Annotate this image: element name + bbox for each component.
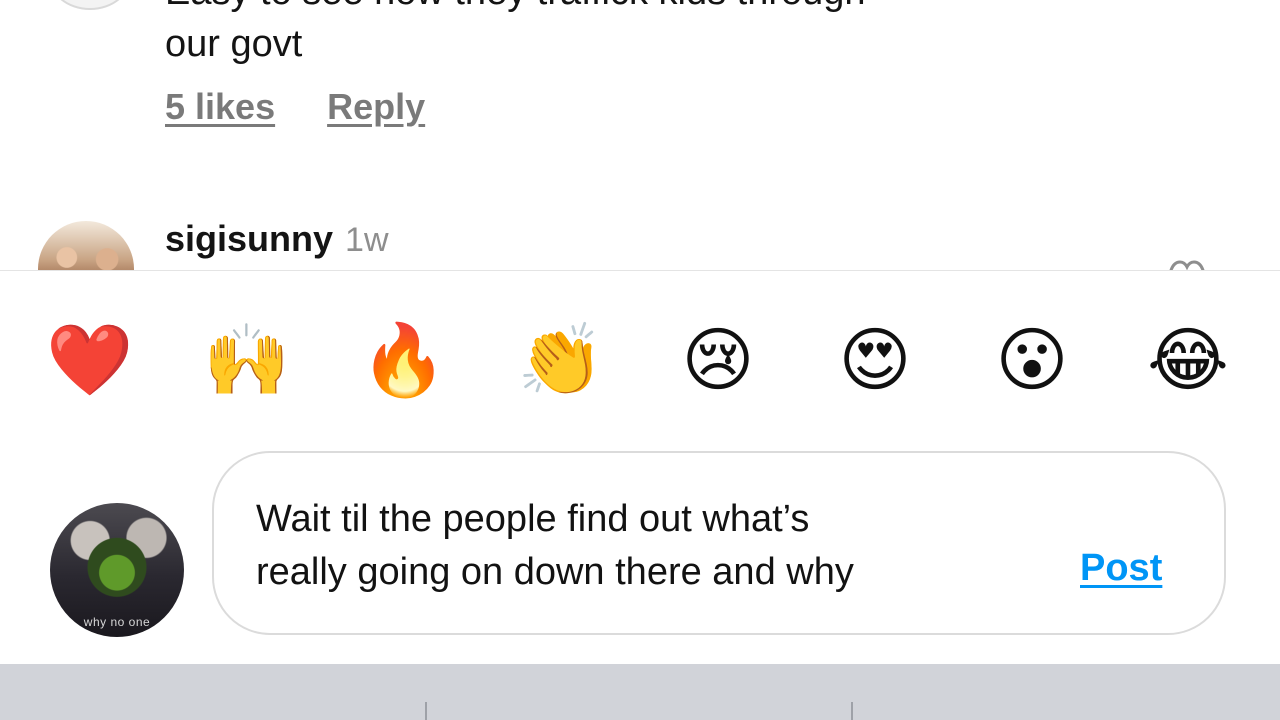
likes-count-link[interactable]: 5 likes (165, 86, 275, 128)
current-user-avatar: why no one (50, 503, 184, 637)
comment-header: sigisunny 1w (165, 218, 389, 260)
previous-commenter-avatar[interactable] (48, 0, 132, 10)
tears-of-joy-emoji-icon[interactable]: 😂 (1143, 315, 1233, 405)
raising-hands-emoji-icon[interactable]: 🙌 (202, 315, 292, 405)
comment-input[interactable]: Wait til the people find out what’s real… (212, 451, 1226, 635)
comment-actions: 5 likes Reply (165, 86, 425, 128)
comment-thread[interactable]: Easy to see how they traffick kids throu… (0, 0, 1280, 272)
crying-face-emoji-icon[interactable]: 😢 (673, 315, 763, 405)
avatar-watermark: why no one (83, 615, 151, 629)
surprised-face-emoji-icon[interactable]: 😮 (987, 315, 1077, 405)
heart-emoji-icon[interactable]: ❤️ (45, 315, 135, 405)
clapping-hands-emoji-icon[interactable]: 👏 (516, 315, 606, 405)
fire-emoji-icon[interactable]: 🔥 (359, 315, 449, 405)
comments-screen: Easy to see how they traffick kids throu… (0, 0, 1280, 720)
comment-text: Easy to see how they traffick kids throu… (165, 0, 866, 65)
reply-link[interactable]: Reply (327, 86, 425, 128)
comment-timestamp: 1w (345, 221, 389, 259)
comment-input-text[interactable]: Wait til the people find out what’s real… (256, 493, 1056, 599)
sigisunny-avatar[interactable] (38, 221, 134, 272)
keyboard[interactable] (0, 664, 1280, 720)
keyboard-divider (425, 702, 427, 720)
comment-composer-sheet: ❤️ 🙌 🔥 👏 😢 😍 😮 😂 why no one Wait til the… (0, 270, 1280, 665)
comment-username[interactable]: sigisunny (165, 218, 333, 260)
quick-reactions-bar: ❤️ 🙌 🔥 👏 😢 😍 😮 😂 (0, 315, 1280, 405)
keyboard-divider (851, 702, 853, 720)
post-button[interactable]: Post (1080, 547, 1162, 590)
heart-eyes-emoji-icon[interactable]: 😍 (830, 315, 920, 405)
